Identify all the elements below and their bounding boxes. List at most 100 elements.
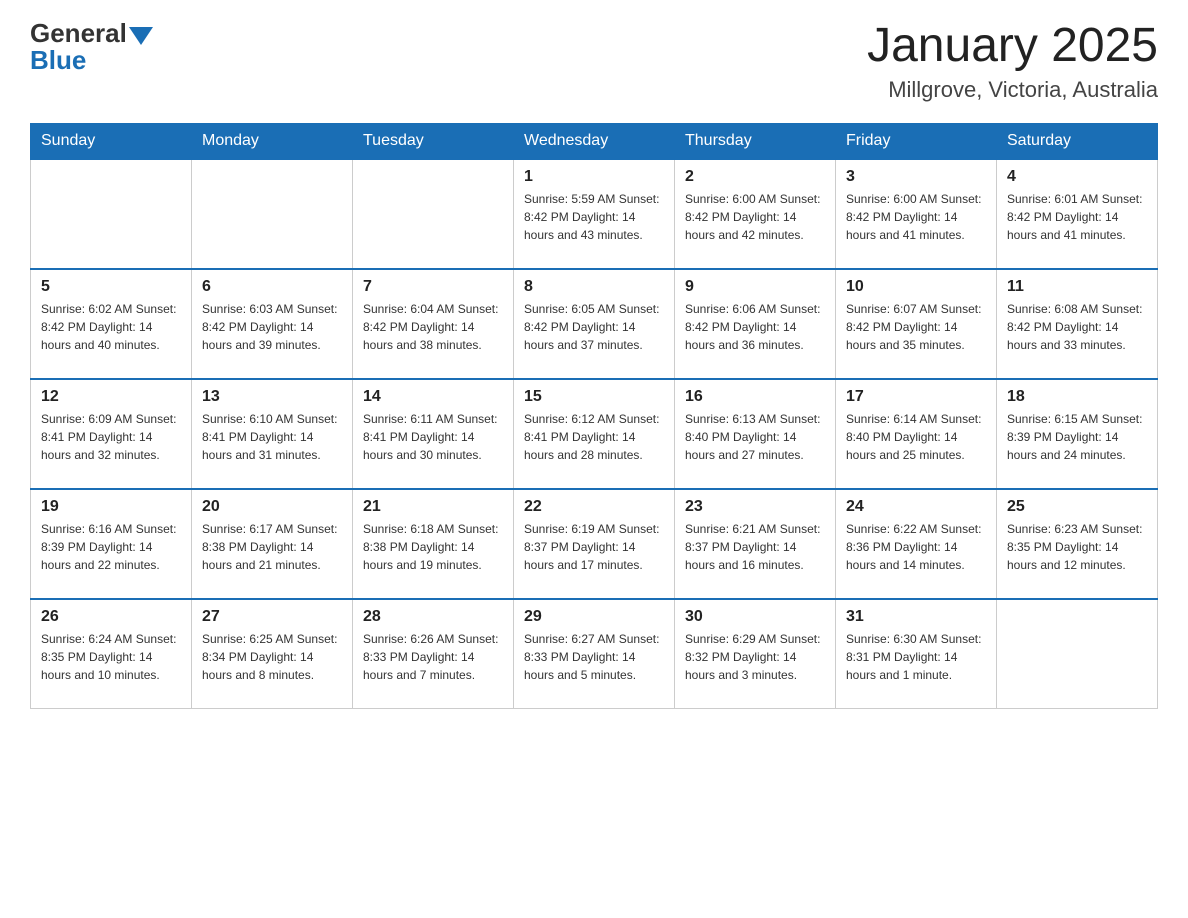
calendar-cell <box>31 159 192 269</box>
day-info: Sunrise: 6:26 AM Sunset: 8:33 PM Dayligh… <box>363 630 503 684</box>
day-info: Sunrise: 6:11 AM Sunset: 8:41 PM Dayligh… <box>363 410 503 464</box>
logo-general-text: General <box>30 18 127 48</box>
day-info: Sunrise: 6:10 AM Sunset: 8:41 PM Dayligh… <box>202 410 342 464</box>
page-header: General Blue January 2025 Millgrove, Vic… <box>30 20 1158 103</box>
calendar-cell: 4 Sunrise: 6:01 AM Sunset: 8:42 PM Daylig… <box>997 159 1158 269</box>
day-number: 29 <box>524 608 664 626</box>
day-info: Sunrise: 6:19 AM Sunset: 8:37 PM Dayligh… <box>524 520 664 574</box>
week-row-2: 5Sunrise: 6:02 AM Sunset: 8:42 PM Daylig… <box>31 269 1158 379</box>
calendar-cell: 13 Sunrise: 6:10 AM Sunset: 8:41 PM Dayli… <box>192 379 353 489</box>
col-monday: Monday <box>192 123 353 159</box>
day-number: 18 <box>1007 388 1147 406</box>
day-number: 4 <box>1007 168 1147 186</box>
calendar-cell: 16 Sunrise: 6:13 AM Sunset: 8:40 PM Dayli… <box>675 379 836 489</box>
calendar-cell: 6Sunrise: 6:03 AM Sunset: 8:42 PM Daylig… <box>192 269 353 379</box>
day-number: 15 <box>524 388 664 406</box>
calendar-cell: 11 Sunrise: 6:08 AM Sunset: 8:42 PM Dayli… <box>997 269 1158 379</box>
col-tuesday: Tuesday <box>353 123 514 159</box>
day-number: 21 <box>363 498 503 516</box>
day-number: 25 <box>1007 498 1147 516</box>
col-thursday: Thursday <box>675 123 836 159</box>
day-info: Sunrise: 6:27 AM Sunset: 8:33 PM Dayligh… <box>524 630 664 684</box>
calendar-cell: 28 Sunrise: 6:26 AM Sunset: 8:33 PM Dayli… <box>353 599 514 709</box>
calendar-cell: 22 Sunrise: 6:19 AM Sunset: 8:37 PM Dayli… <box>514 489 675 599</box>
day-number: 20 <box>202 498 342 516</box>
day-number: 17 <box>846 388 986 406</box>
day-number: 3 <box>846 168 986 186</box>
day-number: 22 <box>524 498 664 516</box>
day-info: Sunrise: 6:07 AM Sunset: 8:42 PM Dayligh… <box>846 300 986 354</box>
calendar-cell: 29 Sunrise: 6:27 AM Sunset: 8:33 PM Dayli… <box>514 599 675 709</box>
calendar-cell: 24 Sunrise: 6:22 AM Sunset: 8:36 PM Dayli… <box>836 489 997 599</box>
day-info: Sunrise: 6:09 AM Sunset: 8:41 PM Dayligh… <box>41 410 181 464</box>
day-number: 11 <box>1007 278 1147 296</box>
day-info: Sunrise: 6:29 AM Sunset: 8:32 PM Dayligh… <box>685 630 825 684</box>
calendar-cell: 10Sunrise: 6:07 AM Sunset: 8:42 PM Dayli… <box>836 269 997 379</box>
calendar-cell <box>192 159 353 269</box>
day-info: Sunrise: 6:12 AM Sunset: 8:41 PM Dayligh… <box>524 410 664 464</box>
calendar-cell: 27 Sunrise: 6:25 AM Sunset: 8:34 PM Dayli… <box>192 599 353 709</box>
day-info: Sunrise: 6:22 AM Sunset: 8:36 PM Dayligh… <box>846 520 986 574</box>
day-number: 24 <box>846 498 986 516</box>
day-info: Sunrise: 6:04 AM Sunset: 8:42 PM Dayligh… <box>363 300 503 354</box>
day-number: 7 <box>363 278 503 296</box>
day-number: 2 <box>685 168 825 186</box>
calendar-cell: 21 Sunrise: 6:18 AM Sunset: 8:38 PM Dayli… <box>353 489 514 599</box>
title-block: January 2025 Millgrove, Victoria, Austra… <box>867 20 1158 103</box>
calendar-cell: 23 Sunrise: 6:21 AM Sunset: 8:37 PM Dayli… <box>675 489 836 599</box>
calendar-cell: 8Sunrise: 6:05 AM Sunset: 8:42 PM Daylig… <box>514 269 675 379</box>
day-number: 5 <box>41 278 181 296</box>
day-number: 27 <box>202 608 342 626</box>
day-number: 26 <box>41 608 181 626</box>
day-number: 16 <box>685 388 825 406</box>
day-info: Sunrise: 6:13 AM Sunset: 8:40 PM Dayligh… <box>685 410 825 464</box>
day-info: Sunrise: 6:21 AM Sunset: 8:37 PM Dayligh… <box>685 520 825 574</box>
logo-triangle-icon <box>129 27 153 45</box>
day-info: Sunrise: 6:01 AM Sunset: 8:42 PM Dayligh… <box>1007 190 1147 244</box>
day-info: Sunrise: 6:16 AM Sunset: 8:39 PM Dayligh… <box>41 520 181 574</box>
logo-blue-text: Blue <box>30 45 86 75</box>
col-saturday: Saturday <box>997 123 1158 159</box>
calendar-cell: 25 Sunrise: 6:23 AM Sunset: 8:35 PM Dayli… <box>997 489 1158 599</box>
calendar-cell: 15 Sunrise: 6:12 AM Sunset: 8:41 PM Dayli… <box>514 379 675 489</box>
day-info: Sunrise: 6:14 AM Sunset: 8:40 PM Dayligh… <box>846 410 986 464</box>
day-info: Sunrise: 6:18 AM Sunset: 8:38 PM Dayligh… <box>363 520 503 574</box>
day-number: 12 <box>41 388 181 406</box>
day-info: Sunrise: 5:59 AM Sunset: 8:42 PM Dayligh… <box>524 190 664 244</box>
week-row-3: 12 Sunrise: 6:09 AM Sunset: 8:41 PM Dayli… <box>31 379 1158 489</box>
calendar-cell: 1 Sunrise: 5:59 AM Sunset: 8:42 PM Daylig… <box>514 159 675 269</box>
day-info: Sunrise: 6:15 AM Sunset: 8:39 PM Dayligh… <box>1007 410 1147 464</box>
month-title: January 2025 <box>867 20 1158 73</box>
day-number: 14 <box>363 388 503 406</box>
calendar-cell: 14 Sunrise: 6:11 AM Sunset: 8:41 PM Dayli… <box>353 379 514 489</box>
day-number: 19 <box>41 498 181 516</box>
day-number: 28 <box>363 608 503 626</box>
calendar-cell: 31Sunrise: 6:30 AM Sunset: 8:31 PM Dayli… <box>836 599 997 709</box>
day-number: 31 <box>846 608 986 626</box>
calendar-cell <box>997 599 1158 709</box>
week-row-4: 19 Sunrise: 6:16 AM Sunset: 8:39 PM Dayli… <box>31 489 1158 599</box>
calendar-cell: 17 Sunrise: 6:14 AM Sunset: 8:40 PM Dayli… <box>836 379 997 489</box>
day-info: Sunrise: 6:24 AM Sunset: 8:35 PM Dayligh… <box>41 630 181 684</box>
day-number: 13 <box>202 388 342 406</box>
calendar-cell: 5Sunrise: 6:02 AM Sunset: 8:42 PM Daylig… <box>31 269 192 379</box>
day-info: Sunrise: 6:23 AM Sunset: 8:35 PM Dayligh… <box>1007 520 1147 574</box>
calendar-cell: 7 Sunrise: 6:04 AM Sunset: 8:42 PM Daylig… <box>353 269 514 379</box>
calendar-cell: 9Sunrise: 6:06 AM Sunset: 8:42 PM Daylig… <box>675 269 836 379</box>
calendar-cell: 12 Sunrise: 6:09 AM Sunset: 8:41 PM Dayli… <box>31 379 192 489</box>
day-info: Sunrise: 6:08 AM Sunset: 8:42 PM Dayligh… <box>1007 300 1147 354</box>
calendar-table: Sunday Monday Tuesday Wednesday Thursday… <box>30 123 1158 710</box>
day-number: 30 <box>685 608 825 626</box>
day-number: 9 <box>685 278 825 296</box>
day-info: Sunrise: 6:05 AM Sunset: 8:42 PM Dayligh… <box>524 300 664 354</box>
day-info: Sunrise: 6:03 AM Sunset: 8:42 PM Dayligh… <box>202 300 342 354</box>
week-row-1: 1 Sunrise: 5:59 AM Sunset: 8:42 PM Daylig… <box>31 159 1158 269</box>
day-number: 1 <box>524 168 664 186</box>
day-number: 23 <box>685 498 825 516</box>
day-info: Sunrise: 6:00 AM Sunset: 8:42 PM Dayligh… <box>846 190 986 244</box>
calendar-cell: 30 Sunrise: 6:29 AM Sunset: 8:32 PM Dayli… <box>675 599 836 709</box>
day-info: Sunrise: 6:25 AM Sunset: 8:34 PM Dayligh… <box>202 630 342 684</box>
calendar-cell: 19 Sunrise: 6:16 AM Sunset: 8:39 PM Dayli… <box>31 489 192 599</box>
day-info: Sunrise: 6:00 AM Sunset: 8:42 PM Dayligh… <box>685 190 825 244</box>
col-friday: Friday <box>836 123 997 159</box>
